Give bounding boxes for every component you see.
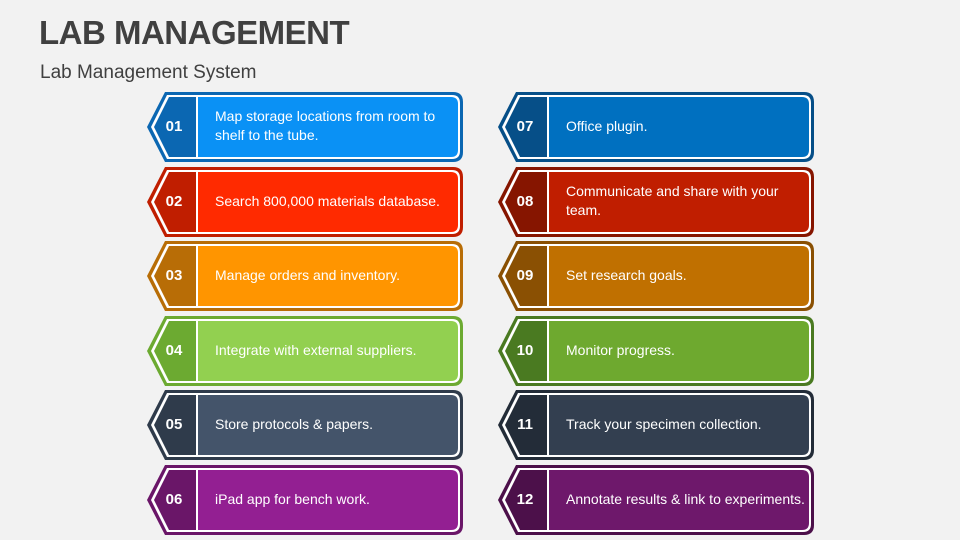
item-number: 04 [165, 341, 183, 359]
item-number: 12 [516, 490, 534, 508]
list-item: 04 Integrate with external suppliers. [147, 315, 463, 387]
list-item: 05 Store protocols & papers. [147, 389, 463, 461]
item-number: 03 [165, 266, 183, 284]
list-item: 07 Office plugin. [498, 91, 814, 163]
item-number: 05 [165, 415, 183, 433]
item-text: Annotate results & link to experiments. [566, 490, 805, 507]
item-text: Communicate and share with your team. [566, 183, 779, 218]
item-number: 08 [516, 192, 534, 210]
list-item: 12 Annotate results & link to experiment… [498, 464, 814, 536]
item-text: Track your specimen collection. [566, 415, 762, 432]
page-title: LAB MANAGEMENT [39, 14, 350, 51]
list-item: 08 Communicate and share with your team. [498, 166, 814, 238]
item-text: Monitor progress. [566, 341, 675, 358]
page-subtitle: Lab Management System [40, 62, 257, 83]
list-item: 06 iPad app for bench work. [147, 464, 463, 536]
item-number: 02 [165, 192, 183, 210]
list-item: 02 Search 800,000 materials database. [147, 166, 463, 238]
item-text: Map storage locations from room to shelf… [215, 108, 436, 143]
item-number: 10 [516, 341, 534, 359]
item-number: 01 [165, 117, 183, 135]
item-text: Office plugin. [566, 117, 648, 134]
item-text: Integrate with external suppliers. [215, 341, 417, 358]
item-text: Set research goals. [566, 266, 687, 283]
list-item: 10 Monitor progress. [498, 315, 814, 387]
item-number: 07 [516, 117, 534, 135]
list-item: 03 Manage orders and inventory. [147, 240, 463, 312]
item-text: iPad app for bench work. [215, 490, 370, 507]
list-item: 01 Map storage locations from room to sh… [147, 91, 463, 163]
item-text: Search 800,000 materials database. [215, 192, 440, 209]
item-text: Manage orders and inventory. [215, 266, 400, 283]
item-number: 11 [517, 415, 533, 433]
list-item: 09 Set research goals. [498, 240, 814, 312]
list-item: 11 Track your specimen collection. [498, 389, 814, 461]
item-number: 06 [165, 490, 183, 508]
item-number: 09 [516, 266, 534, 284]
item-text: Store protocols & papers. [215, 415, 373, 432]
